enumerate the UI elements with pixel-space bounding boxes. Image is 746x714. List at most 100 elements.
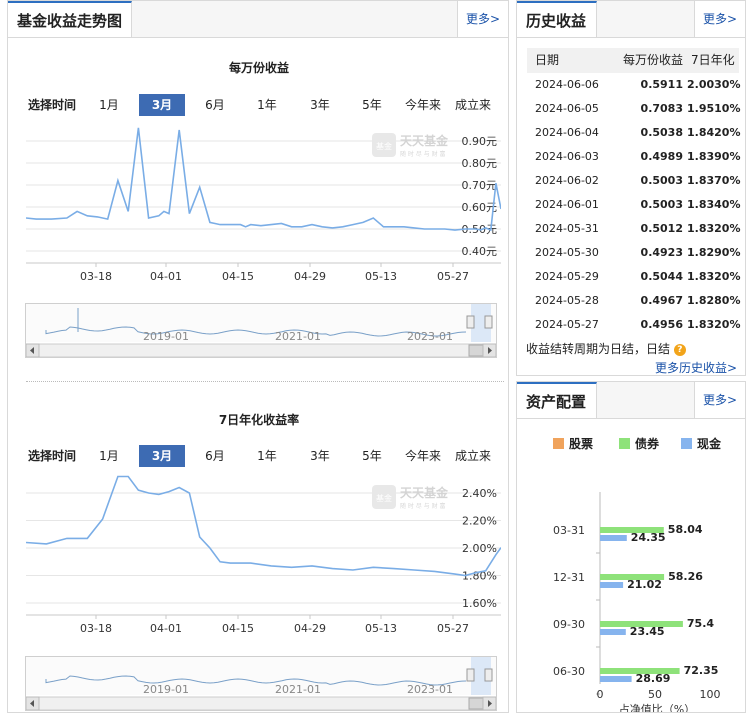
nav1-scrollbar bbox=[26, 344, 496, 357]
navigator-2-svg: 2019-012021-012023-01 bbox=[26, 657, 496, 710]
nav1-handle-left bbox=[467, 316, 474, 328]
history-date: 2024-05-27 bbox=[535, 314, 605, 335]
history-column-header: 日期 bbox=[535, 50, 559, 71]
range2-option[interactable]: 1月 bbox=[86, 445, 132, 467]
wanfen-y-tick: 0.90元 bbox=[462, 135, 498, 148]
range2-option[interactable]: 5年 bbox=[349, 445, 395, 467]
wanfen-x-tick: 04-29 bbox=[294, 270, 326, 283]
history-per-10k: 0.4923 bbox=[627, 242, 683, 263]
navigator-2[interactable]: 2019-012021-012023-01 bbox=[25, 656, 497, 711]
asset-bar-label: 58.04 bbox=[668, 523, 703, 536]
qiri-x-tick: 05-13 bbox=[365, 622, 397, 635]
range2-option[interactable]: 3年 bbox=[297, 445, 343, 467]
asset-bar bbox=[600, 582, 623, 588]
asset-bar-label: 21.02 bbox=[627, 578, 662, 591]
history-title: 历史收益 bbox=[517, 1, 597, 37]
history-more-link[interactable]: 更多> bbox=[694, 1, 745, 37]
nav1-year-label: 2021-01 bbox=[275, 330, 321, 343]
range1-option[interactable]: 3月 bbox=[139, 94, 185, 116]
range2-option[interactable]: 1年 bbox=[244, 445, 290, 467]
asset-bar-label: 72.35 bbox=[684, 664, 719, 677]
qiri-x-tick: 03-18 bbox=[80, 622, 112, 635]
history-date: 2024-05-29 bbox=[535, 266, 605, 287]
history-7d-yield: 1.8320% bbox=[687, 266, 739, 287]
asset-x-tick: 100 bbox=[700, 688, 721, 701]
legend-swatch bbox=[619, 438, 630, 449]
history-7d-yield: 1.8320% bbox=[687, 218, 739, 239]
history-7d-yield: 2.0030% bbox=[687, 74, 739, 95]
history-date: 2024-06-05 bbox=[535, 98, 605, 119]
assets-panel: 资产配置 更多> 股票债券现金03-3112-3109-3006-3058.04… bbox=[516, 381, 746, 713]
range1-option[interactable]: 1年 bbox=[244, 94, 290, 116]
asset-x-label: 占净值比（%） bbox=[619, 702, 695, 712]
qiri-watermark-name: 天天基金 bbox=[400, 485, 449, 500]
asset-x-tick: 0 bbox=[597, 688, 604, 701]
qiri-x-tick: 04-01 bbox=[150, 622, 182, 635]
history-column-header: 7日年化 bbox=[691, 50, 735, 71]
range1-option[interactable]: 今年来 bbox=[401, 94, 445, 116]
range2-option[interactable]: 3月 bbox=[139, 445, 185, 467]
range2-option[interactable]: 今年来 bbox=[401, 445, 445, 467]
history-date: 2024-05-28 bbox=[535, 290, 605, 311]
history-7d-yield: 1.8390% bbox=[687, 146, 739, 167]
nav2-handle-right bbox=[485, 669, 492, 681]
navigator-1-svg: 2019-012021-012023-01 bbox=[26, 304, 496, 357]
history-column-header: 每万份收益 bbox=[623, 50, 683, 71]
chart2-title: 7日年化收益率 bbox=[8, 411, 510, 428]
navigator-1[interactable]: 2019-012021-012023-01 bbox=[25, 303, 497, 358]
history-table: 日期每万份收益7日年化2024-06-060.59112.0030%2024-0… bbox=[527, 48, 739, 338]
legend-swatch bbox=[553, 438, 564, 449]
trend-panel: 基金收益走势图 更多> 每万份收益 选择时间1月3月6月1年3年5年今年来成立来… bbox=[7, 0, 509, 713]
history-row: 2024-06-03 0.49891.8390% bbox=[527, 146, 746, 167]
history-per-10k: 0.4989 bbox=[627, 146, 683, 167]
range1-label: 选择时间 bbox=[26, 94, 78, 116]
range2-option[interactable]: 成立来 bbox=[451, 445, 495, 467]
history-per-10k: 0.5003 bbox=[627, 170, 683, 191]
range2-option[interactable]: 6月 bbox=[192, 445, 238, 467]
range1-option[interactable]: 1月 bbox=[86, 94, 132, 116]
asset-chart: 股票债券现金03-3112-3109-3006-3058.0458.2675.4… bbox=[517, 422, 745, 712]
range2-label: 选择时间 bbox=[26, 445, 78, 467]
assets-title: 资产配置 bbox=[517, 382, 597, 418]
asset-bar-label: 75.4 bbox=[687, 617, 714, 630]
range1-option[interactable]: 5年 bbox=[349, 94, 395, 116]
qiri-y-tick: 2.20% bbox=[462, 515, 497, 528]
wanfen-y-tick: 0.80元 bbox=[462, 157, 498, 170]
history-per-10k: 0.5012 bbox=[627, 218, 683, 239]
qiri-watermark-badge-text: 基金 bbox=[376, 493, 392, 503]
qiri-y-tick: 2.00% bbox=[462, 542, 497, 555]
nav2-handle-left bbox=[467, 669, 474, 681]
legend-label: 股票 bbox=[569, 436, 593, 451]
history-note-text: 收益结转周期为日结，日结 bbox=[526, 342, 670, 356]
history-more-records-link[interactable]: 更多历史收益> bbox=[655, 359, 737, 376]
wanfen-chart: 0.90元0.80元0.70元0.60元0.50元0.40元03-1804-01… bbox=[26, 123, 501, 283]
range1-option[interactable]: 成立来 bbox=[451, 94, 495, 116]
wanfen-watermark-badge-text: 基金 bbox=[376, 141, 392, 151]
history-panel: 历史收益 更多> 日期每万份收益7日年化2024-06-060.59112.00… bbox=[516, 0, 746, 376]
trend-more-link[interactable]: 更多> bbox=[457, 1, 508, 37]
asset-bar-label: 24.35 bbox=[631, 531, 666, 544]
chart1-title: 每万份收益 bbox=[8, 59, 510, 76]
wanfen-x-tick: 03-18 bbox=[80, 270, 112, 283]
history-7d-yield: 1.8280% bbox=[687, 290, 739, 311]
help-icon[interactable]: ? bbox=[674, 344, 686, 356]
qiri-watermark-sub: 随 时 尽 与 财 富 bbox=[400, 502, 446, 510]
qiri-x-tick: 04-29 bbox=[294, 622, 326, 635]
history-per-10k: 0.7083 bbox=[627, 98, 683, 119]
history-row: 2024-06-020.50031.8370% bbox=[527, 170, 746, 191]
history-row: 2024-06-040.50381.8420% bbox=[527, 122, 746, 143]
wanfen-y-tick: 0.40元 bbox=[462, 245, 498, 258]
history-date: 2024-06-06 bbox=[535, 74, 605, 95]
asset-bar-label: 58.26 bbox=[668, 570, 703, 583]
range1-option[interactable]: 3年 bbox=[297, 94, 343, 116]
nav1-year-label: 2023-01 bbox=[407, 330, 453, 343]
nav2-year-label: 2019-01 bbox=[143, 683, 189, 696]
history-date: 2024-06-03 bbox=[535, 146, 605, 167]
wanfen-y-tick: 0.60元 bbox=[462, 201, 498, 214]
history-row: 2024-05-290.50441.8320% bbox=[527, 266, 746, 287]
legend-label: 债券 bbox=[635, 436, 660, 451]
assets-more-link[interactable]: 更多> bbox=[694, 382, 745, 418]
history-row: 2024-05-280.49671.8280% bbox=[527, 290, 746, 311]
range1-option[interactable]: 6月 bbox=[192, 94, 238, 116]
history-row: 2024-05-300.49231.8290% bbox=[527, 242, 746, 263]
